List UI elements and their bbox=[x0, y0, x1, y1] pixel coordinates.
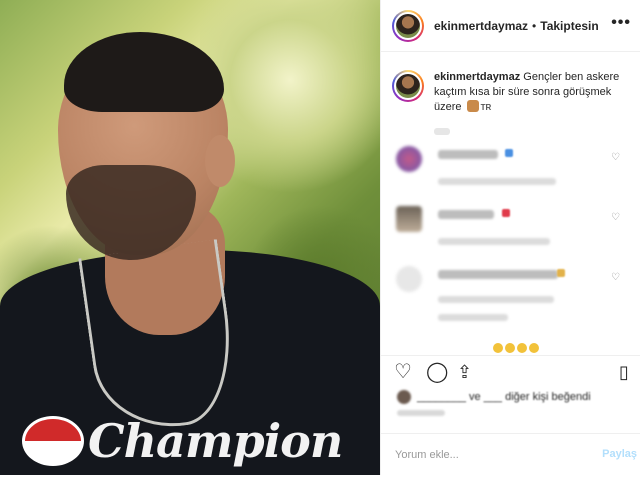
post-photo[interactable]: Champion bbox=[0, 0, 380, 475]
comment-meta-blurred bbox=[438, 314, 508, 321]
header-username[interactable]: ekinmertdaymaz bbox=[434, 19, 528, 33]
likes-text: ________ ve ___ diğer kişi beğendi bbox=[417, 391, 591, 403]
caption-timestamp-blurred bbox=[434, 128, 450, 135]
share-icon[interactable]: ⇪ bbox=[457, 362, 472, 382]
tr-flag-text: TR bbox=[480, 103, 492, 112]
comment-avatar[interactable] bbox=[396, 206, 422, 232]
add-comment-input[interactable] bbox=[395, 448, 575, 461]
caption-text-block: ekinmertdaymaz Gençler ben askere kaçtım… bbox=[434, 70, 632, 115]
comment-avatar[interactable] bbox=[396, 146, 422, 172]
comment-like-heart-icon[interactable]: ♡ bbox=[611, 212, 620, 223]
post-header: ekinmertdaymaz • Takiptesin ••• bbox=[381, 0, 640, 52]
follow-status-button[interactable]: Takiptesin bbox=[540, 19, 598, 33]
save-bookmark-icon[interactable]: ▯ bbox=[619, 362, 629, 382]
comment-text-blurred bbox=[438, 296, 554, 303]
like-heart-icon[interactable]: ♡ bbox=[394, 362, 412, 382]
blurred-emoji bbox=[557, 269, 565, 277]
comment-username-blurred bbox=[438, 150, 498, 159]
comment-username-blurred bbox=[438, 270, 558, 279]
shirt-brand-text: Champion bbox=[88, 414, 343, 468]
comment-username-blurred bbox=[438, 210, 494, 219]
post-comment-button[interactable]: Paylaş bbox=[602, 448, 637, 460]
comment-meta-blurred bbox=[438, 178, 556, 185]
caption-username[interactable]: ekinmertdaymaz bbox=[434, 71, 520, 83]
partial-comment-emojis bbox=[493, 343, 539, 353]
comment-meta-blurred bbox=[438, 238, 550, 245]
raised-hand-emoji-icon bbox=[466, 100, 479, 112]
liker-avatar bbox=[397, 390, 411, 404]
champion-c-logo bbox=[22, 416, 84, 466]
more-options-icon[interactable]: ••• bbox=[611, 14, 631, 32]
blurred-emoji bbox=[505, 149, 513, 157]
profile-avatar[interactable] bbox=[392, 9, 424, 42]
post-action-bar: ♡ ◯ ⇪ ▯ bbox=[381, 355, 640, 391]
likes-summary[interactable]: ________ ve ___ diğer kişi beğendi bbox=[397, 390, 591, 404]
post-caption: ekinmertdaymaz Gençler ben askere kaçtım… bbox=[392, 70, 632, 115]
comment-composer: Paylaş bbox=[381, 433, 640, 475]
comment-item: ♡ bbox=[392, 146, 632, 196]
comment-avatar[interactable] bbox=[396, 266, 422, 292]
blurred-emoji bbox=[502, 209, 510, 217]
comment-like-heart-icon[interactable]: ♡ bbox=[611, 272, 620, 283]
comment-like-heart-icon[interactable]: ♡ bbox=[611, 152, 620, 163]
comment-bubble-icon[interactable]: ◯ bbox=[426, 362, 448, 382]
comment-item: ♡ bbox=[392, 266, 632, 336]
post-date-blurred bbox=[397, 410, 445, 416]
separator-dot: • bbox=[532, 18, 537, 33]
post-side-panel: ekinmertdaymaz • Takiptesin ••• ekinmert… bbox=[380, 0, 640, 475]
ear bbox=[205, 135, 235, 187]
caption-avatar[interactable] bbox=[392, 70, 424, 102]
comment-item: ♡ bbox=[392, 206, 632, 256]
